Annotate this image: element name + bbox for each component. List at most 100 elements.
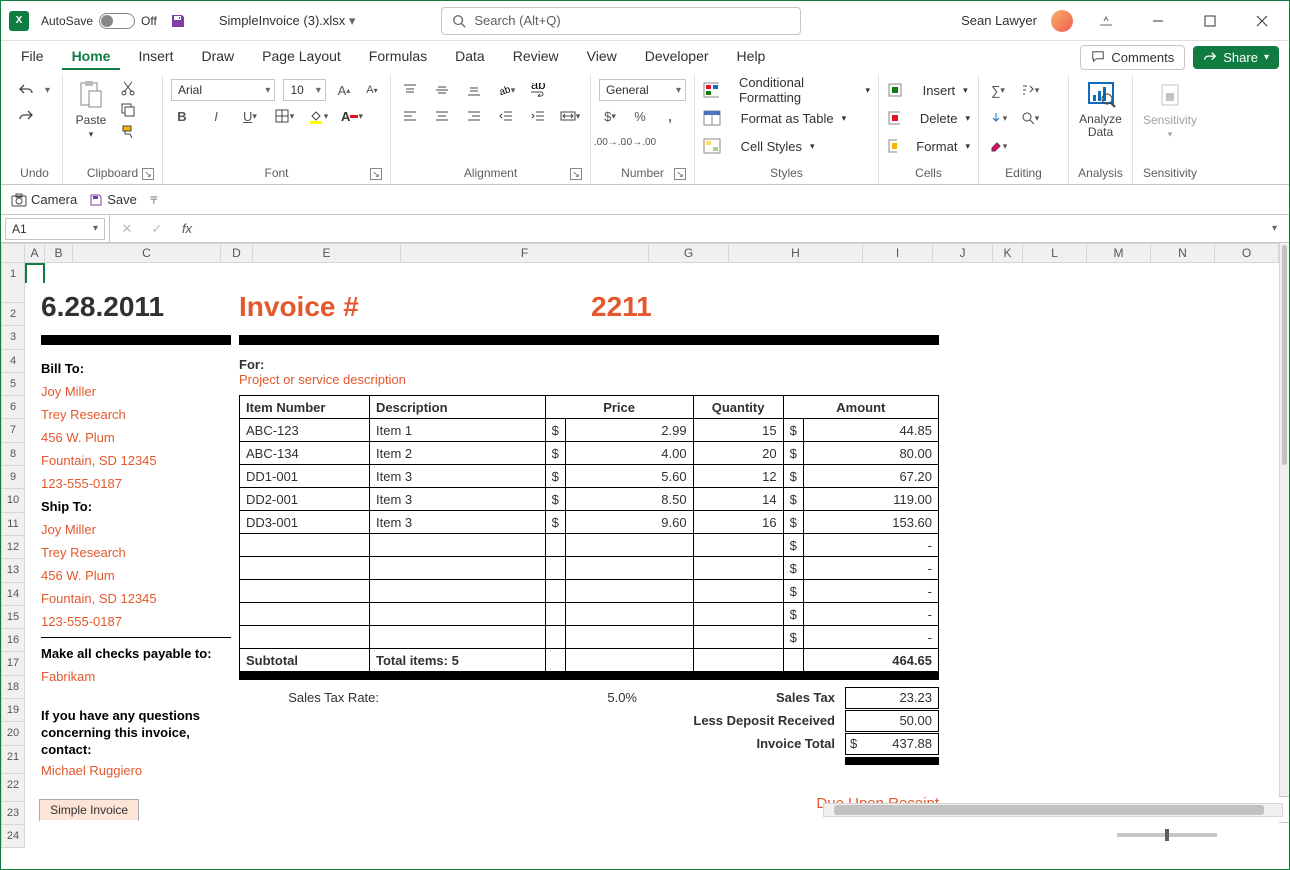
user-name[interactable]: Sean Lawyer xyxy=(961,13,1037,28)
autosave-toggle[interactable]: AutoSave Off xyxy=(41,13,157,29)
alignment-dialog-icon[interactable]: ↘ xyxy=(570,168,582,180)
row-headers[interactable]: 123456789101112131415161718192021222324 xyxy=(1,263,25,848)
align-top-button[interactable] xyxy=(399,79,421,101)
fill-button[interactable]: ▾ xyxy=(987,107,1009,129)
number-format-select[interactable]: General xyxy=(599,79,686,101)
comma-format-button[interactable]: , xyxy=(659,105,681,127)
align-right-button[interactable] xyxy=(463,105,485,127)
qat-customize-icon[interactable]: 〒 xyxy=(149,192,159,207)
format-as-table-button[interactable]: Format as Table▾ xyxy=(703,105,870,131)
filename[interactable]: SimpleInvoice (3).xlsx ▾ xyxy=(219,13,356,29)
col-header-E[interactable]: E xyxy=(253,243,401,263)
clipboard-dialog-icon[interactable]: ↘ xyxy=(142,168,154,180)
wrap-text-button[interactable]: ab xyxy=(527,79,549,101)
row-header-12[interactable]: 12 xyxy=(1,536,25,559)
merge-button[interactable]: ▾ xyxy=(559,105,581,127)
row-header-24[interactable]: 24 xyxy=(1,825,25,848)
row-header-18[interactable]: 18 xyxy=(1,676,25,699)
italic-button[interactable]: I xyxy=(205,105,227,127)
col-header-C[interactable]: C xyxy=(73,243,221,263)
bold-button[interactable]: B xyxy=(171,105,193,127)
decrease-font-button[interactable]: A▾ xyxy=(362,79,382,101)
font-dialog-icon[interactable]: ↘ xyxy=(370,168,382,180)
maximize-icon[interactable] xyxy=(1191,7,1229,35)
tab-insert[interactable]: Insert xyxy=(128,44,183,70)
save-button[interactable]: Save xyxy=(89,192,137,207)
col-header-H[interactable]: H xyxy=(729,243,863,263)
row-header-14[interactable]: 14 xyxy=(1,583,25,606)
col-header-D[interactable]: D xyxy=(221,243,253,263)
clear-button[interactable]: ▾ xyxy=(987,135,1009,157)
row-header-15[interactable]: 15 xyxy=(1,606,25,629)
tab-home[interactable]: Home xyxy=(62,44,121,70)
align-left-button[interactable] xyxy=(399,105,421,127)
expand-formula-icon[interactable]: ▾ xyxy=(1272,223,1283,234)
avatar[interactable] xyxy=(1051,10,1073,32)
paste-button[interactable]: Paste▾ xyxy=(71,77,111,142)
format-cells-button[interactable]: Format▾ xyxy=(887,133,970,159)
col-header-L[interactable]: L xyxy=(1023,243,1087,263)
tab-page-layout[interactable]: Page Layout xyxy=(252,44,351,70)
col-header-N[interactable]: N xyxy=(1151,243,1215,263)
tab-review[interactable]: Review xyxy=(503,44,569,70)
find-select-button[interactable]: ▾ xyxy=(1019,107,1041,129)
enter-formula-icon[interactable]: ✓ xyxy=(146,218,168,240)
row-header-21[interactable]: 21 xyxy=(1,746,25,774)
increase-indent-button[interactable] xyxy=(527,105,549,127)
share-button[interactable]: Share ▾ xyxy=(1193,46,1279,69)
fx-icon[interactable]: fx xyxy=(176,218,198,240)
row-header-2[interactable]: 2 xyxy=(1,303,25,326)
col-header-B[interactable]: B xyxy=(45,243,73,263)
col-header-F[interactable]: F xyxy=(401,243,649,263)
sensitivity-button[interactable]: Sensitivity▾ xyxy=(1141,77,1199,142)
row-header-13[interactable]: 13 xyxy=(1,559,25,582)
row-header-20[interactable]: 20 xyxy=(1,722,25,745)
zoom-slider[interactable] xyxy=(1117,833,1217,837)
ribbon-options-icon[interactable] xyxy=(1087,7,1125,35)
row-header-9[interactable]: 9 xyxy=(1,466,25,489)
tab-formulas[interactable]: Formulas xyxy=(359,44,437,70)
font-name-select[interactable]: Arial xyxy=(171,79,275,101)
row-header-10[interactable]: 10 xyxy=(1,489,25,512)
minimize-icon[interactable] xyxy=(1139,7,1177,35)
fill-color-button[interactable]: ▾ xyxy=(307,105,329,127)
row-header-19[interactable]: 19 xyxy=(1,699,25,722)
row-header-11[interactable]: 11 xyxy=(1,513,25,536)
name-box[interactable]: A1▾ xyxy=(5,218,105,240)
orientation-button[interactable]: ab▾ xyxy=(495,79,517,101)
tab-help[interactable]: Help xyxy=(727,44,776,70)
row-header-23[interactable]: 23 xyxy=(1,802,25,825)
camera-button[interactable]: Camera xyxy=(11,192,77,207)
decrease-decimal-button[interactable]: .0→.00 xyxy=(629,131,651,153)
tab-view[interactable]: View xyxy=(577,44,627,70)
sheet-tab[interactable]: Simple Invoice xyxy=(39,799,139,822)
row-header-17[interactable]: 17 xyxy=(1,652,25,675)
select-all-corner[interactable] xyxy=(1,243,25,263)
row-header-1[interactable]: 1 xyxy=(1,263,25,303)
font-color-button[interactable]: A▾ xyxy=(341,105,363,127)
autosum-button[interactable]: ∑▾ xyxy=(987,79,1009,101)
redo-button[interactable] xyxy=(15,105,37,127)
number-dialog-icon[interactable]: ↘ xyxy=(674,168,686,180)
row-header-8[interactable]: 8 xyxy=(1,443,25,466)
column-headers[interactable]: ABCDEFGHIJKLMNO xyxy=(25,243,1279,263)
row-header-7[interactable]: 7 xyxy=(1,419,25,442)
increase-decimal-button[interactable]: .00→.0 xyxy=(599,131,621,153)
cut-button[interactable] xyxy=(117,77,139,99)
align-center-button[interactable] xyxy=(431,105,453,127)
row-header-3[interactable]: 3 xyxy=(1,326,25,349)
align-middle-button[interactable] xyxy=(431,79,453,101)
insert-cells-button[interactable]: Insert▾ xyxy=(887,77,970,103)
col-header-M[interactable]: M xyxy=(1087,243,1151,263)
tab-developer[interactable]: Developer xyxy=(635,44,719,70)
tab-draw[interactable]: Draw xyxy=(191,44,244,70)
row-header-4[interactable]: 4 xyxy=(1,350,25,373)
col-header-A[interactable]: A xyxy=(25,243,45,263)
save-icon[interactable] xyxy=(169,12,187,30)
row-header-22[interactable]: 22 xyxy=(1,774,25,802)
percent-format-button[interactable]: % xyxy=(629,105,651,127)
horizontal-scrollbar[interactable] xyxy=(823,803,1283,817)
align-bottom-button[interactable] xyxy=(463,79,485,101)
col-header-K[interactable]: K xyxy=(993,243,1023,263)
row-header-6[interactable]: 6 xyxy=(1,396,25,419)
